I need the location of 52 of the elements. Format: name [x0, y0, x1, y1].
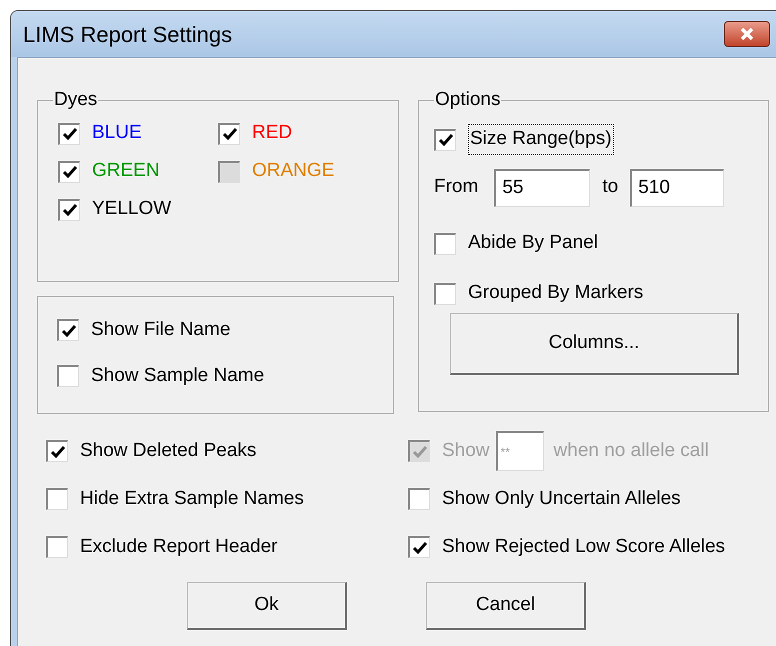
field-label: when no allele call: [554, 438, 709, 463]
check-icon: [412, 542, 426, 554]
checkbox-label: Exclude Report Header: [80, 534, 278, 559]
check-icon: [50, 446, 64, 458]
checkbox[interactable]: [434, 232, 456, 254]
checkbox[interactable]: [218, 122, 240, 144]
checkbox[interactable]: [58, 160, 80, 182]
checkbox-label: Show Deleted Peaks: [80, 438, 256, 463]
checkbox-label: Show File Name: [91, 318, 230, 342]
checkbox-label: Grouped By Markers: [468, 281, 644, 306]
ok-button[interactable]: Ok: [187, 582, 347, 630]
checkbox[interactable]: [57, 365, 79, 387]
field-label: to: [602, 175, 618, 200]
checkbox-label: RED: [252, 121, 292, 146]
checkbox[interactable]: [57, 319, 79, 341]
checkbox-label: Size Range(bps): [468, 124, 614, 155]
cancel-button[interactable]: Cancel: [426, 582, 586, 630]
group-label: Dyes: [53, 88, 98, 112]
checkbox-label: YELLOW: [92, 197, 172, 222]
checkbox-label: Show Only Uncertain Alleles: [442, 486, 681, 511]
checkbox-label: Show Rejected Low Score Alleles: [442, 534, 726, 559]
input-field[interactable]: 510: [630, 168, 724, 206]
checkbox[interactable]: [408, 536, 430, 558]
checkbox[interactable]: [58, 122, 80, 144]
checkbox-label: Abide By Panel: [468, 231, 598, 256]
input-field[interactable]: 55: [494, 168, 590, 206]
check-icon: [438, 134, 452, 146]
close-button[interactable]: [724, 21, 770, 47]
close-icon: [739, 27, 755, 41]
checkbox[interactable]: [434, 282, 456, 304]
checkbox[interactable]: [434, 128, 456, 150]
window-title: LIMS Report Settings: [23, 20, 234, 49]
check-icon: [62, 204, 76, 216]
check-icon: [62, 128, 76, 140]
field-label: Show: [442, 438, 490, 463]
checkbox[interactable]: [46, 488, 68, 510]
check-icon: [62, 324, 76, 336]
check-icon: [222, 128, 236, 140]
checkbox-label: ORANGE: [252, 159, 334, 184]
checkbox-label: GREEN: [92, 159, 160, 184]
checkbox-label: Show Sample Name: [91, 364, 264, 388]
checkbox[interactable]: [58, 198, 80, 220]
check-icon: [412, 446, 426, 458]
columns-button[interactable]: Columns...: [450, 312, 739, 374]
checkbox[interactable]: [46, 536, 68, 558]
field-label: From: [434, 175, 478, 200]
checkbox-label: Hide Extra Sample Names: [80, 486, 304, 511]
check-icon: [62, 166, 76, 178]
group-label: Options: [434, 88, 502, 112]
checkbox[interactable]: [46, 440, 68, 462]
checkbox[interactable]: [408, 488, 430, 510]
checkbox-label: BLUE: [92, 121, 142, 146]
